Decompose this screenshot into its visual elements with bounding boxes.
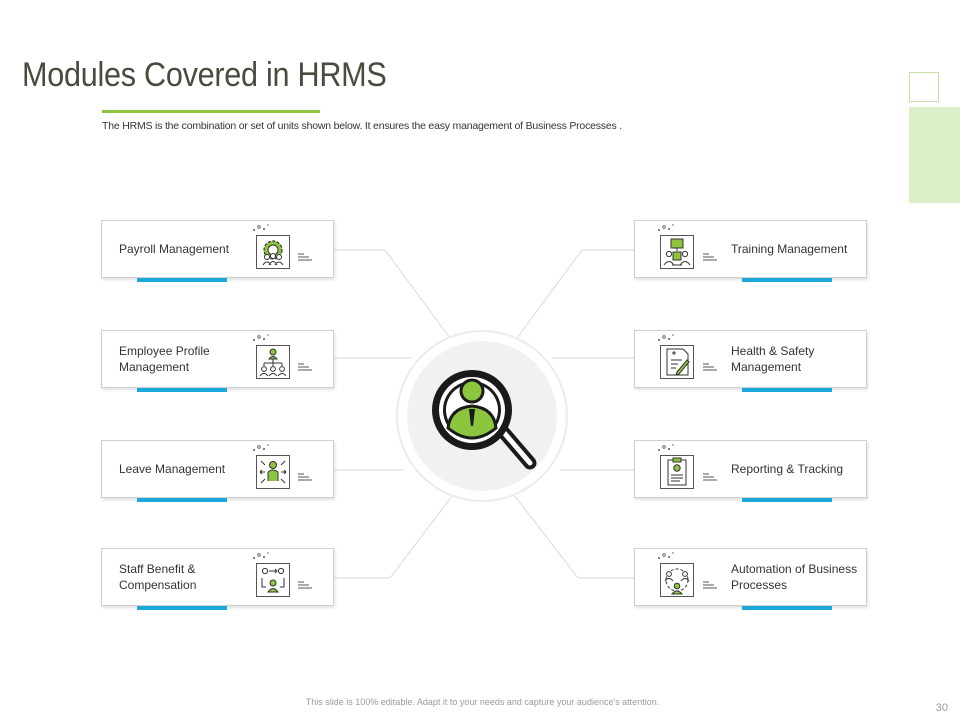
module-card-leave[interactable]: Leave Management	[101, 440, 334, 502]
text-lines-icon	[298, 363, 312, 371]
module-card-training[interactable]: Training Management	[634, 220, 867, 282]
medical-report-icon	[660, 345, 694, 379]
module-label: Employee Profile Management	[119, 344, 210, 374]
magnifier-person-icon	[432, 370, 537, 470]
module-label: Leave Management	[119, 462, 226, 476]
module-card-health-safety[interactable]: Health & Safety Management	[634, 330, 867, 392]
module-card-reporting[interactable]: Reporting & Tracking	[634, 440, 867, 502]
sparkle-dots-icon	[658, 224, 674, 231]
sparkle-dots-icon	[658, 444, 674, 451]
text-lines-icon	[703, 473, 717, 481]
slide-footer: This slide is 100% editable. Adapt it to…	[305, 697, 660, 707]
org-chart-icon	[256, 345, 290, 379]
exchange-people-icon	[256, 563, 290, 597]
card-accent-bar	[137, 498, 227, 502]
card-accent-bar	[742, 498, 832, 502]
card-accent-bar	[742, 388, 832, 392]
clipboard-icon	[660, 455, 694, 489]
card-accent-bar	[137, 606, 227, 610]
module-label: Health & Safety Management	[731, 344, 815, 374]
connector-right-1	[516, 249, 634, 339]
presentation-icon	[660, 235, 694, 269]
person-arrows-icon	[256, 455, 290, 489]
connector-left-1	[334, 249, 451, 339]
sparkle-dots-icon	[253, 224, 269, 231]
text-lines-icon	[298, 581, 312, 589]
module-label: Reporting & Tracking	[731, 462, 844, 476]
module-card-payroll[interactable]: Payroll Management	[101, 220, 334, 282]
module-label: Automation of Business Processes	[731, 562, 858, 592]
module-card-employee-profile[interactable]: Employee Profile Management	[101, 330, 334, 392]
card-accent-bar	[137, 278, 227, 282]
gear-people-icon	[256, 235, 290, 269]
card-accent-bar	[742, 606, 832, 610]
module-label: Training Management	[731, 242, 848, 256]
sparkle-dots-icon	[253, 334, 269, 341]
sparkle-dots-icon	[658, 334, 674, 341]
text-lines-icon	[298, 473, 312, 481]
text-lines-icon	[703, 253, 717, 261]
module-card-staff-benefit[interactable]: Staff Benefit & Compensation	[101, 548, 334, 610]
module-card-automation[interactable]: Automation of Business Processes	[634, 548, 867, 610]
text-lines-icon	[298, 253, 312, 261]
network-people-icon	[660, 563, 694, 597]
sparkle-dots-icon	[253, 552, 269, 559]
connector-right-4	[514, 495, 634, 579]
text-lines-icon	[703, 581, 717, 589]
card-accent-bar	[137, 388, 227, 392]
connector-left-4	[334, 495, 453, 579]
sparkle-dots-icon	[658, 552, 674, 559]
module-label: Staff Benefit & Compensation	[119, 562, 197, 592]
text-lines-icon	[703, 363, 717, 371]
sparkle-dots-icon	[253, 444, 269, 451]
module-label: Payroll Management	[119, 242, 230, 256]
card-accent-bar	[742, 278, 832, 282]
page-number: 30	[935, 702, 948, 714]
